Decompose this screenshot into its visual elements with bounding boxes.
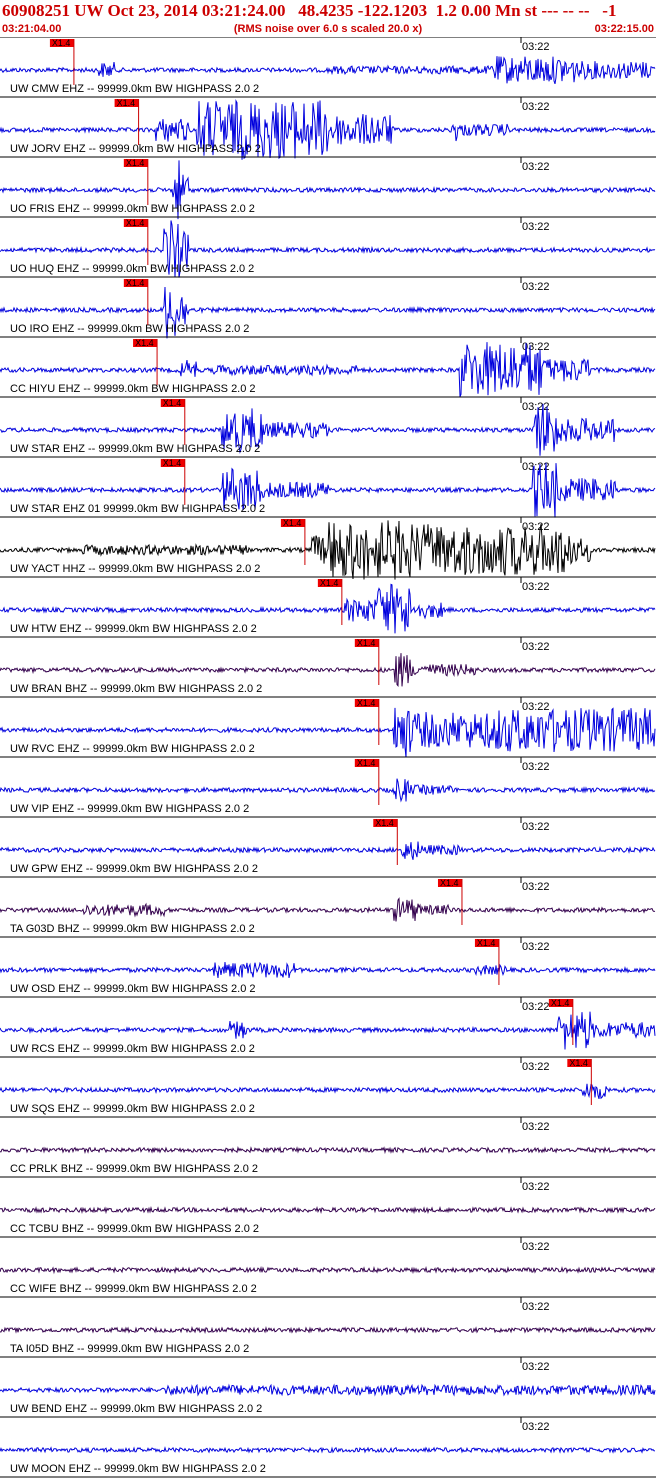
station-label: TA G03D BHZ -- 99999.0km BW HIGHPASS 2.0… <box>10 923 255 935</box>
station-label: UW VIP EHZ -- 99999.0km BW HIGHPASS 2.0 … <box>10 803 249 815</box>
waveform-trace <box>0 1325 656 1335</box>
event-title: 60908251 UW Oct 23, 2014 03:21:24.00 48.… <box>2 1 617 20</box>
station-label: UW OSD EHZ -- 99999.0km BW HIGHPASS 2.0 … <box>10 983 256 995</box>
waveform-trace <box>0 653 656 688</box>
minute-tick-label: 03:22 <box>522 41 550 53</box>
waveform-trace <box>0 1083 656 1100</box>
station-label: UW STAR EHZ 01 99999.0km BW HIGHPASS 2.0… <box>10 503 265 515</box>
station-label: UW RCS EHZ -- 99999.0km BW HIGHPASS 2.0 … <box>10 1043 255 1055</box>
minute-tick-label: 03:22 <box>522 1421 550 1433</box>
pick-label: X1.4 <box>163 398 182 408</box>
pick-label: X1.4 <box>440 878 459 888</box>
pick-label: X1.4 <box>126 218 145 228</box>
minute-tick-label: 03:22 <box>522 881 550 893</box>
waveform-trace <box>0 1446 656 1454</box>
station-label: UW STAR EHZ -- 99999.0km BW HIGHPASS 2.0… <box>10 443 260 455</box>
station-label: CC WIFE BHZ -- 99999.0km BW HIGHPASS 2.0… <box>10 1283 257 1295</box>
waveform-trace <box>0 1265 656 1275</box>
pick-label: X1.4 <box>117 98 136 108</box>
minute-tick-label: 03:22 <box>522 1361 550 1373</box>
pick-label: X1.4 <box>135 338 154 348</box>
waveform-trace <box>0 1146 656 1155</box>
station-label: UO HUQ EHZ -- 99999.0km BW HIGHPASS 2.0 … <box>10 263 254 275</box>
waveform-trace <box>0 961 656 978</box>
minute-tick-label: 03:22 <box>522 521 550 533</box>
station-label: TA I05D BHZ -- 99999.0km BW HIGHPASS 2.0… <box>10 1343 249 1355</box>
minute-tick-label: 03:22 <box>522 401 550 413</box>
minute-tick-label: 03:22 <box>522 161 550 173</box>
minute-tick-label: 03:22 <box>522 1001 550 1013</box>
station-label: UO IRO EHZ -- 99999.0km BW HIGHPASS 2.0 … <box>10 323 249 335</box>
station-label: UW JORV EHZ -- 99999.0km BW HIGHPASS 2.0… <box>10 143 261 155</box>
pick-label: X1.4 <box>163 458 182 468</box>
end-time-label: 03:22:15.00 <box>594 23 654 35</box>
pick-label: X1.4 <box>569 1058 588 1068</box>
minute-tick-label: 03:22 <box>522 761 550 773</box>
minute-tick-label: 03:22 <box>522 281 550 293</box>
minute-tick-label: 03:22 <box>522 641 550 653</box>
rms-noise-note: (RMS noise over 6.0 s scaled 20.0 x) <box>233 23 423 35</box>
station-label: UW MOON EHZ -- 99999.0km BW HIGHPASS 2.0… <box>10 1463 266 1475</box>
pick-label: X1.4 <box>551 998 570 1008</box>
minute-tick-label: 03:22 <box>522 941 550 953</box>
waveform-trace <box>0 1383 656 1397</box>
minute-tick-label: 03:22 <box>522 821 550 833</box>
station-label: UW CMW EHZ -- 99999.0km BW HIGHPASS 2.0 … <box>10 83 259 95</box>
minute-tick-label: 03:22 <box>522 701 550 713</box>
pick-label: X1.4 <box>283 518 302 528</box>
station-label: UW RVC EHZ -- 99999.0km BW HIGHPASS 2.0 … <box>10 743 255 755</box>
waveform-trace <box>0 56 656 85</box>
minute-tick-label: 03:22 <box>522 1241 550 1253</box>
pick-label: X1.4 <box>320 578 339 588</box>
station-label: CC PRLK BHZ -- 99999.0km BW HIGHPASS 2.0… <box>10 1163 258 1175</box>
minute-tick-label: 03:22 <box>522 1061 550 1073</box>
pick-label: X1.4 <box>126 158 145 168</box>
station-label: UW BEND EHZ -- 99999.0km BW HIGHPASS 2.0… <box>10 1403 262 1415</box>
pick-label: X1.4 <box>357 758 376 768</box>
pick-label: X1.4 <box>477 938 496 948</box>
pick-label: X1.4 <box>357 698 376 708</box>
waveform-trace <box>0 1206 656 1215</box>
waveform-trace <box>0 841 656 860</box>
minute-tick-label: 03:22 <box>522 1301 550 1313</box>
station-label: CC TCBU BHZ -- 99999.0km BW HIGHPASS 2.0… <box>10 1223 259 1235</box>
waveform-trace <box>0 778 656 803</box>
pick-label: X1.4 <box>52 38 71 48</box>
station-label: UO FRIS EHZ -- 99999.0km BW HIGHPASS 2.0… <box>10 203 255 215</box>
minute-tick-label: 03:22 <box>522 221 550 233</box>
waveform-trace <box>0 897 656 922</box>
pick-label: X1.4 <box>375 818 394 828</box>
minute-tick-label: 03:22 <box>522 1121 550 1133</box>
station-label: UW SQS EHZ -- 99999.0km BW HIGHPASS 2.0 … <box>10 1103 255 1115</box>
minute-tick-label: 03:22 <box>522 101 550 113</box>
station-label: UW BRAN BHZ -- 99999.0km BW HIGHPASS 2.0… <box>10 683 262 695</box>
pick-label: X1.4 <box>126 278 145 288</box>
station-label: UW GPW EHZ -- 99999.0km BW HIGHPASS 2.0 … <box>10 863 258 875</box>
seismogram-plot: 03:22 UW CMW EHZ -- 99999.0km BW HIGHPASS… <box>0 37 656 1478</box>
minute-tick-label: 03:22 <box>522 1181 550 1193</box>
minute-tick-label: 03:22 <box>522 581 550 593</box>
station-label: UW HTW EHZ -- 99999.0km BW HIGHPASS 2.0 … <box>10 623 257 635</box>
station-label: CC HIYU EHZ -- 99999.0km BW HIGHPASS 2.0… <box>10 383 256 395</box>
station-label: UW YACT HHZ -- 99999.0km BW HIGHPASS 2.0… <box>10 563 260 575</box>
pick-label: X1.4 <box>357 638 376 648</box>
